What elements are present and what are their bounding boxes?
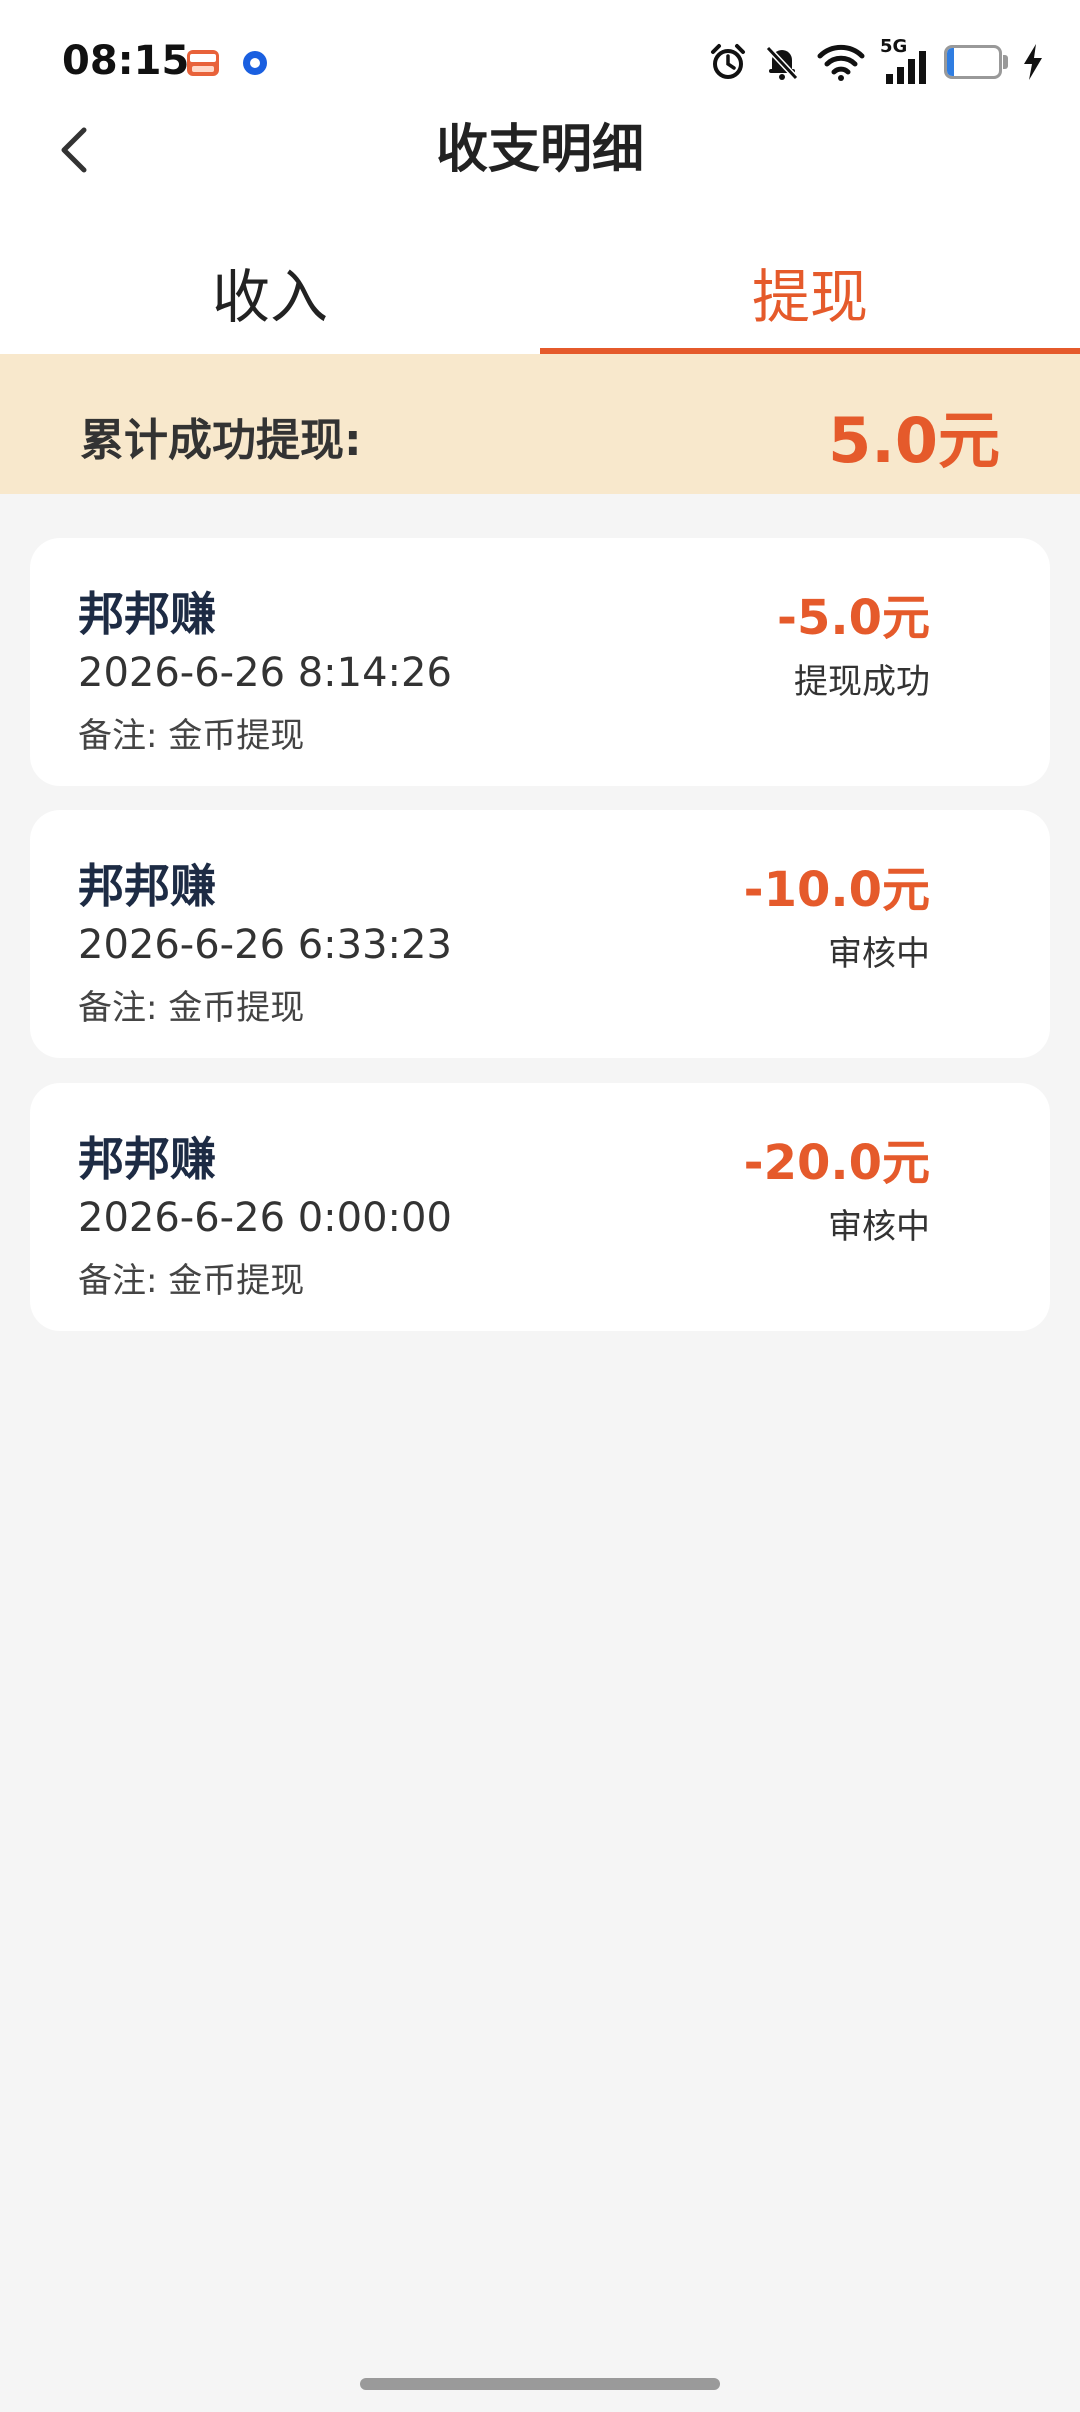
record-card[interactable]: 邦邦赚 2026-6-26 8:14:26 备注: 金币提现 -5.0元 提现成…: [30, 538, 1050, 786]
tab-bar: 收入 提现: [0, 230, 1080, 354]
screen: 08:15 5G 13 收支明细 收入 提现 累计成功提现: 5.0元 邦邦赚 …: [0, 0, 1080, 2412]
record-card[interactable]: 邦邦赚 2026-6-26 0:00:00 备注: 金币提现 -20.0元 审核…: [30, 1083, 1050, 1331]
record-amount: -5.0元: [777, 590, 930, 646]
summary-value: 5.0元: [828, 404, 1000, 477]
battery-icon: 13: [944, 45, 1008, 79]
tab-income[interactable]: 收入: [0, 230, 540, 354]
status-time: 08:15: [62, 38, 190, 84]
status-bar: 08:15 5G 13: [0, 0, 1080, 120]
record-status: 提现成功: [794, 662, 930, 702]
wifi-icon: [817, 44, 865, 81]
blue-app-icon: [243, 51, 267, 75]
record-status: 审核中: [828, 1207, 930, 1247]
bell-muted-icon: [765, 45, 799, 81]
record-name: 邦邦赚: [78, 1132, 216, 1186]
record-time: 2026-6-26 6:33:23: [78, 922, 452, 968]
battery-level: 13: [956, 48, 990, 76]
home-indicator[interactable]: [360, 2378, 720, 2390]
record-time: 2026-6-26 0:00:00: [78, 1195, 452, 1241]
oppo-app-icon: [187, 50, 219, 76]
record-amount: -20.0元: [743, 1135, 930, 1191]
record-note: 备注: 金币提现: [78, 1261, 305, 1301]
record-note: 备注: 金币提现: [78, 716, 305, 756]
record-card[interactable]: 邦邦赚 2026-6-26 6:33:23 备注: 金币提现 -10.0元 审核…: [30, 810, 1050, 1058]
withdraw-summary: 累计成功提现: 5.0元: [0, 354, 1080, 494]
page-title: 收支明细: [435, 120, 644, 180]
cellular-5g-icon: 5G: [880, 36, 930, 84]
record-amount: -10.0元: [743, 862, 930, 918]
status-icons: 5G 13: [708, 36, 1044, 86]
record-note: 备注: 金币提现: [78, 988, 305, 1028]
record-time: 2026-6-26 8:14:26: [78, 650, 452, 696]
record-name: 邦邦赚: [78, 587, 216, 641]
summary-label: 累计成功提现:: [80, 415, 362, 466]
alarm-icon: [711, 44, 745, 79]
record-name: 邦邦赚: [78, 859, 216, 913]
header: 收支明细: [0, 120, 1080, 230]
record-status: 审核中: [828, 934, 930, 974]
charging-icon: [1024, 44, 1042, 80]
tab-withdraw[interactable]: 提现: [540, 230, 1080, 354]
